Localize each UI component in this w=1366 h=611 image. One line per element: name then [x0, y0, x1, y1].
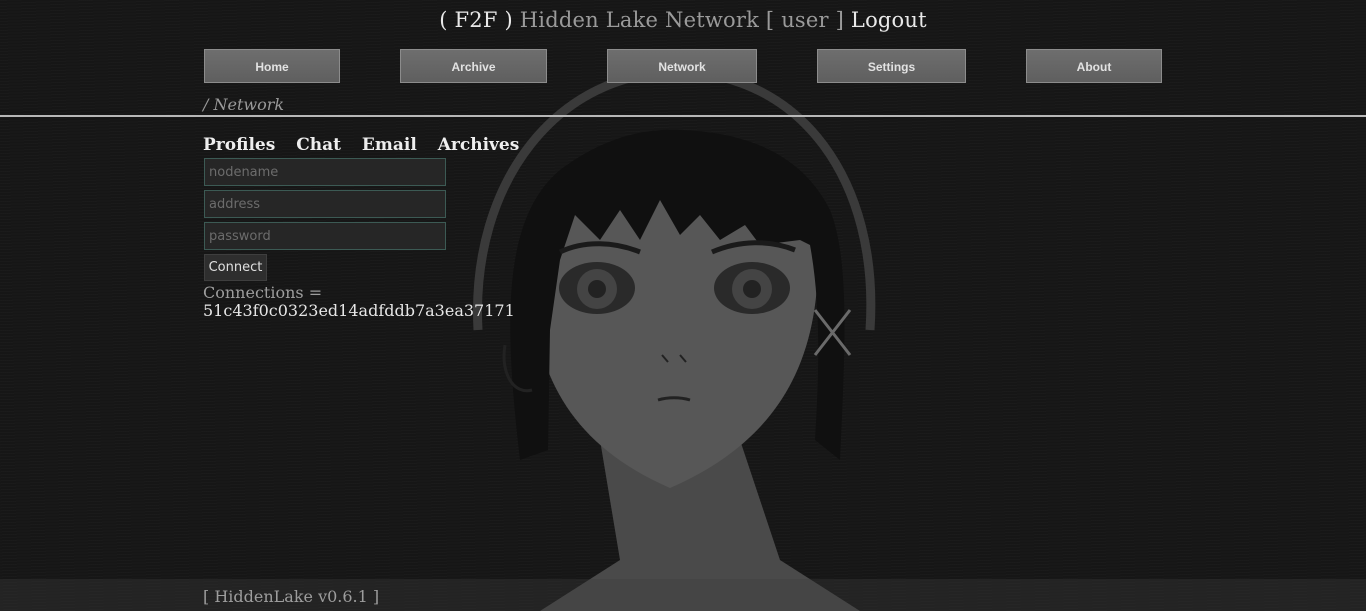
header-title: ( F2F ) Hidden Lake Network [ user ] Log… [0, 8, 1366, 32]
nav-about-button[interactable]: About [1026, 49, 1162, 83]
footer-version: [ HiddenLake v0.6.1 ] [203, 587, 380, 606]
network-name: Hidden Lake Network [519, 8, 760, 32]
nodename-input[interactable] [204, 158, 446, 186]
user-label[interactable]: [ user ] [766, 8, 844, 32]
nav-network-button[interactable]: Network [607, 49, 757, 83]
tab-email[interactable]: Email [362, 135, 417, 155]
tab-archives[interactable]: Archives [438, 135, 520, 155]
connections-label: Connections = [203, 283, 323, 302]
password-input[interactable] [204, 222, 446, 250]
network-subtabs: Profiles Chat Email Archives [203, 135, 534, 155]
connection-hash: 51c43f0c0323ed14adfddb7a3ea37171 [203, 301, 515, 320]
logout-link[interactable]: Logout [851, 8, 927, 32]
tab-profiles[interactable]: Profiles [203, 135, 275, 155]
address-input[interactable] [204, 190, 446, 218]
breadcrumb: / Network [203, 95, 285, 114]
connections-block: Connections = 51c43f0c0323ed14adfddb7a3e… [203, 284, 515, 320]
connect-button[interactable]: Connect [204, 254, 267, 281]
tab-chat[interactable]: Chat [296, 135, 341, 155]
f2f-label[interactable]: ( F2F ) [439, 8, 513, 32]
nav-archive-button[interactable]: Archive [400, 49, 547, 83]
header-divider [0, 115, 1366, 117]
nav-settings-button[interactable]: Settings [817, 49, 966, 83]
nav-home-button[interactable]: Home [204, 49, 340, 83]
